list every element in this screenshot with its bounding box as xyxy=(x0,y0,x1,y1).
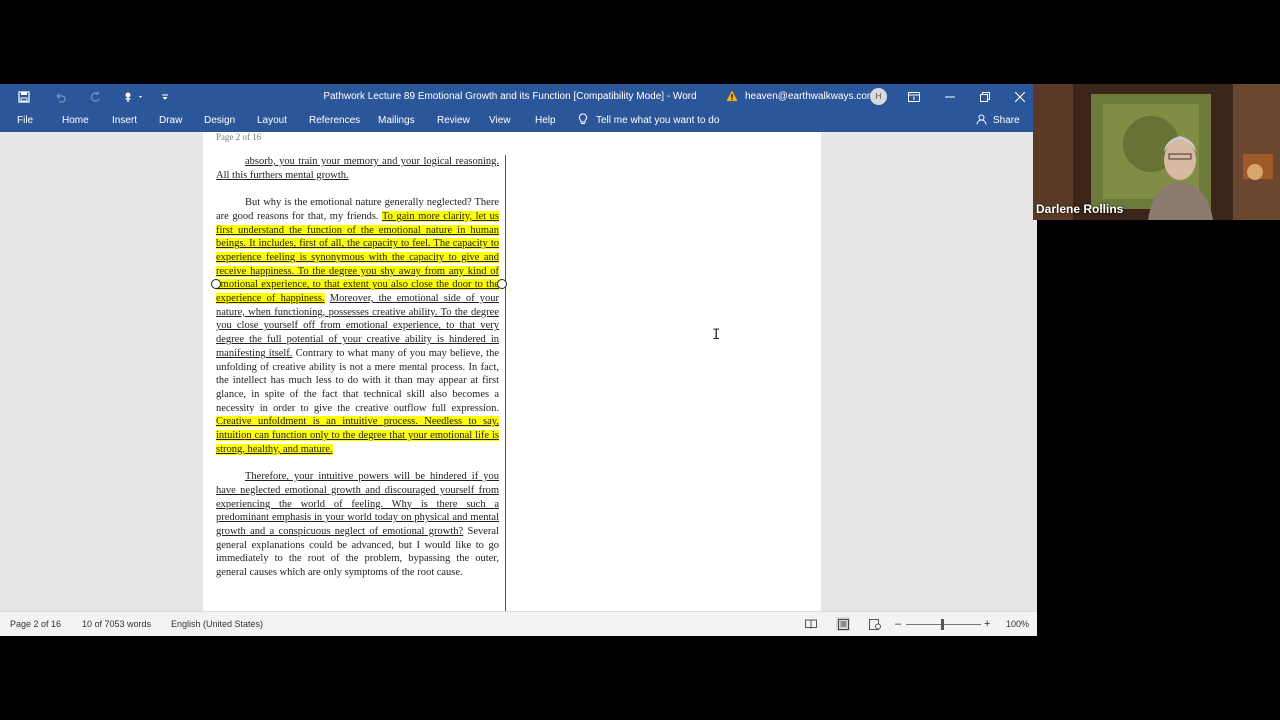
text-column[interactable]: absorb, you train your memory and your l… xyxy=(216,155,499,593)
minimize-icon[interactable] xyxy=(935,84,965,109)
paragraph[interactable]: But why is the emotional nature generall… xyxy=(216,196,499,456)
undo-icon[interactable] xyxy=(45,84,75,109)
tab-mailings[interactable]: Mailings xyxy=(378,109,415,132)
page-indicator: Page 2 of 16 xyxy=(216,132,262,142)
text-run[interactable]: To gain more clarity, let us first under… xyxy=(216,210,499,305)
save-icon[interactable] xyxy=(9,84,39,109)
selection-handle-left[interactable] xyxy=(211,279,221,289)
share-label: Share xyxy=(993,115,1020,126)
title-bar: Pathwork Lecture 89 Emotional Growth and… xyxy=(0,84,1037,109)
tell-me-label: Tell me what you want to do xyxy=(596,115,720,126)
video-tile: Darlene Rollins xyxy=(1033,84,1280,220)
status-bar: Page 2 of 16 10 of 7053 words English (U… xyxy=(0,611,1037,636)
document-area[interactable]: Page 2 of 16 absorb, you train your memo… xyxy=(0,132,1037,611)
selection-handle-right[interactable] xyxy=(497,279,507,289)
close-icon[interactable] xyxy=(1005,84,1035,109)
page-count[interactable]: Page 2 of 16 xyxy=(10,612,61,636)
ribbon-tabs: File Home Insert Draw Design Layout Refe… xyxy=(0,109,1037,132)
tab-review[interactable]: Review xyxy=(437,109,470,132)
word-count[interactable]: 10 of 7053 words xyxy=(82,612,151,636)
tab-draw[interactable]: Draw xyxy=(159,109,182,132)
text-cursor-icon: I xyxy=(712,327,721,343)
avatar[interactable]: H xyxy=(870,88,887,105)
print-layout-icon[interactable] xyxy=(836,617,850,631)
tab-home[interactable]: Home xyxy=(62,109,89,132)
language-indicator[interactable]: English (United States) xyxy=(171,612,263,636)
person-icon xyxy=(976,114,987,128)
document-title: Pathwork Lecture 89 Emotional Growth and… xyxy=(323,91,697,102)
zoom-level[interactable]: 100% xyxy=(1006,612,1029,636)
ribbon-display-options-icon[interactable] xyxy=(899,84,929,109)
participant-name: Darlene Rollins xyxy=(1036,202,1124,216)
tab-help[interactable]: Help xyxy=(535,109,556,132)
restore-icon[interactable] xyxy=(970,84,1000,109)
tell-me-search[interactable]: Tell me what you want to do xyxy=(578,109,719,132)
zoom-slider-thumb[interactable] xyxy=(941,619,944,630)
screen: Pathwork Lecture 89 Emotional Growth and… xyxy=(0,0,1280,720)
text-run[interactable]: Therefore, your intuitive powers will be… xyxy=(216,471,499,537)
customize-toolbar-icon[interactable] xyxy=(150,84,180,109)
zoom-out-icon[interactable]: – xyxy=(895,612,901,636)
word-window: Pathwork Lecture 89 Emotional Growth and… xyxy=(0,84,1037,636)
read-mode-icon[interactable] xyxy=(804,617,818,631)
document-page[interactable]: Page 2 of 16 absorb, you train your memo… xyxy=(203,132,821,611)
tab-file[interactable]: File xyxy=(17,109,33,132)
text-run[interactable]: Creative unfoldment is an intuitive proc… xyxy=(216,416,499,455)
lightbulb-icon xyxy=(578,113,588,128)
webcam-image xyxy=(1033,84,1280,220)
tab-layout[interactable]: Layout xyxy=(257,109,287,132)
touch-mode-icon[interactable] xyxy=(118,84,148,109)
redo-icon[interactable] xyxy=(80,84,110,109)
paragraph[interactable]: Therefore, your intuitive powers will be… xyxy=(216,470,499,580)
zoom-in-icon[interactable]: + xyxy=(984,612,990,636)
paragraph[interactable]: absorb, you train your memory and your l… xyxy=(216,155,499,182)
tab-view[interactable]: View xyxy=(489,109,511,132)
web-layout-icon[interactable] xyxy=(868,617,882,631)
tab-insert[interactable]: Insert xyxy=(112,109,137,132)
tab-design[interactable]: Design xyxy=(204,109,235,132)
tab-references[interactable]: References xyxy=(309,109,360,132)
share-button[interactable]: Share xyxy=(976,109,1020,132)
warning-icon[interactable] xyxy=(726,90,738,102)
column-border xyxy=(505,155,506,611)
account-email[interactable]: heaven@earthwalkways.com xyxy=(745,84,875,109)
